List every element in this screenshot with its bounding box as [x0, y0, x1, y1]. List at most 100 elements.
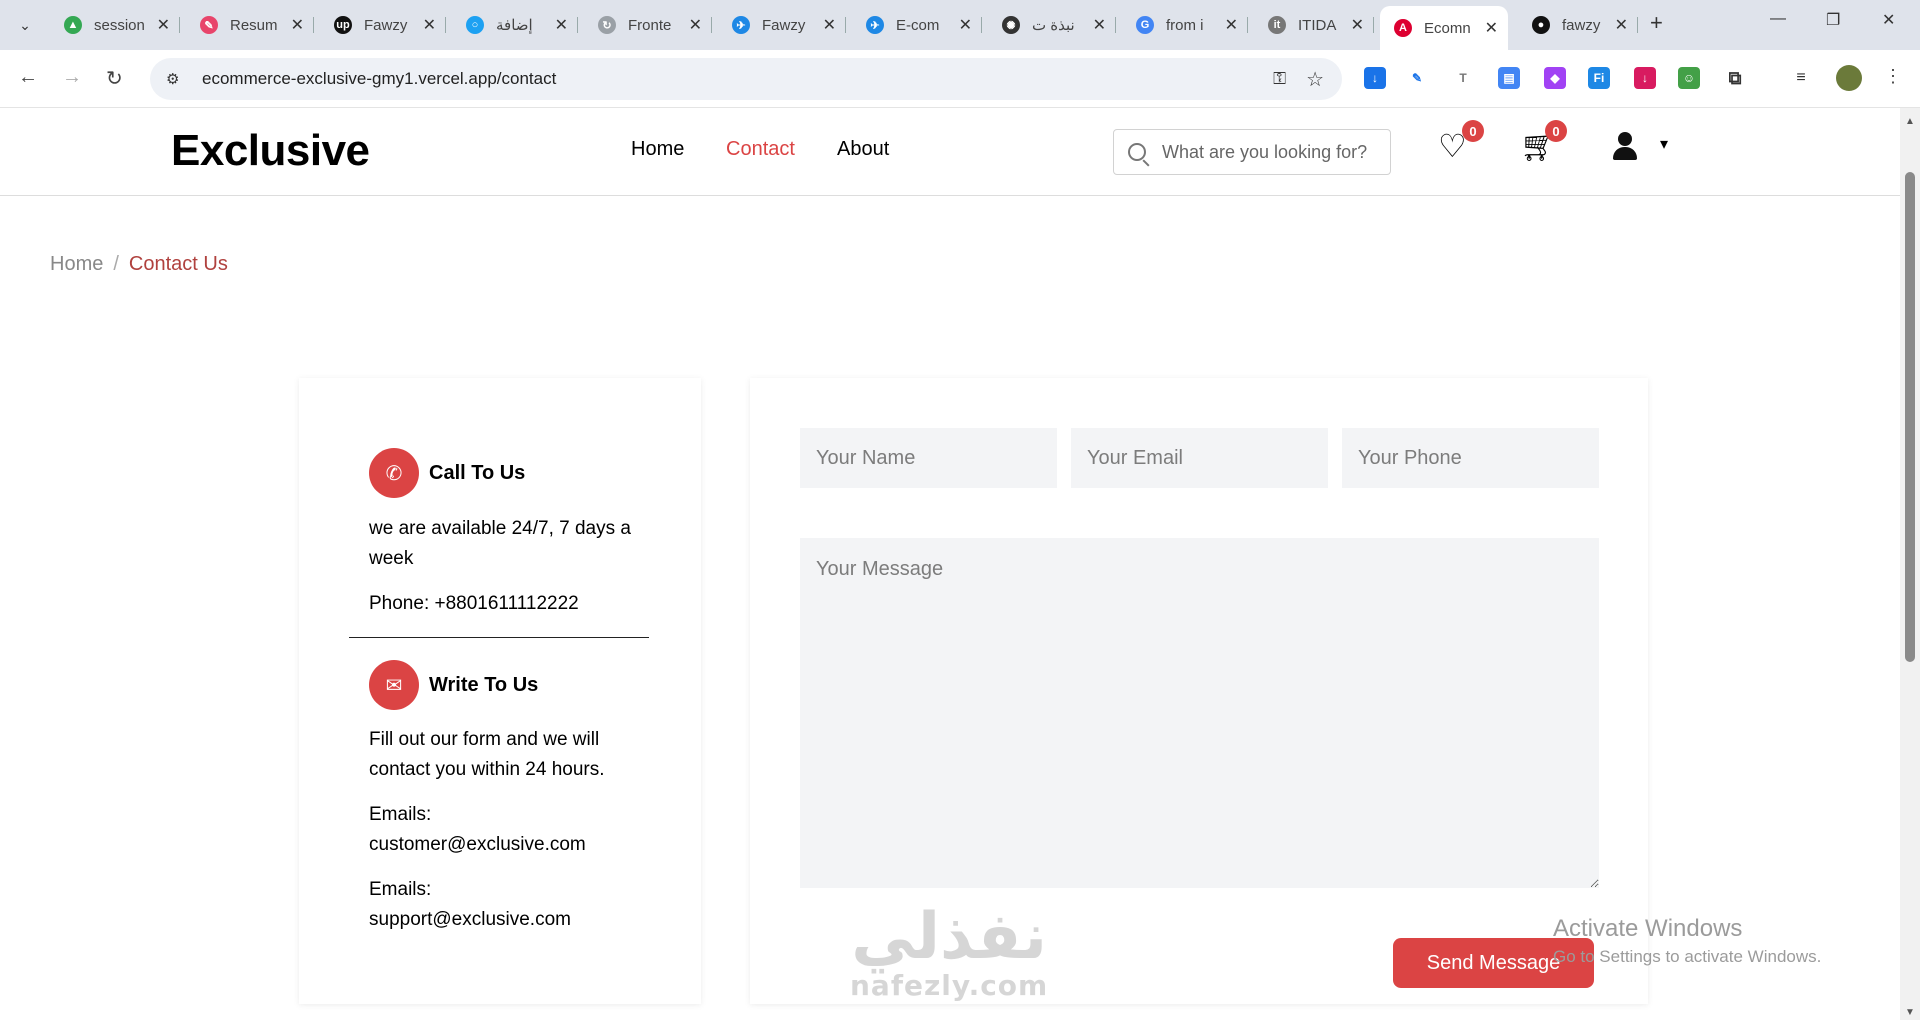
watermark-arabic: نفذلي: [851, 900, 1048, 974]
profile-avatar[interactable]: [1836, 65, 1862, 91]
name-field[interactable]: [800, 428, 1057, 488]
minimize-button[interactable]: —: [1770, 10, 1786, 28]
activation-title: Activate Windows: [1553, 915, 1743, 942]
download-extension-icon[interactable]: ↓: [1364, 67, 1386, 89]
site-logo[interactable]: Exclusive: [171, 126, 370, 176]
browser-tab-strip: ⌄ ▲ session ✕ ✎ Resum ✕ up Fawzy ✕ ○ إضافة ✕ ↻ Fronte…: [0, 0, 1920, 50]
windows-activation-notice: Activate Windows Go to Settings to activ…: [1553, 915, 1821, 967]
breadcrumb: Home / Contact Us: [50, 253, 228, 276]
tab-close-icon[interactable]: ✕: [291, 15, 304, 35]
tab-close-icon[interactable]: ✕: [423, 15, 436, 35]
tab-title: from i: [1166, 16, 1204, 34]
pen-extension-icon[interactable]: ✎: [1406, 67, 1428, 89]
tab-close-icon[interactable]: ✕: [959, 15, 972, 35]
docs-extension-icon[interactable]: ▤: [1498, 67, 1520, 89]
url-text[interactable]: ecommerce-exclusive-gmy1.vercel.app/cont…: [202, 69, 556, 89]
browser-tab[interactable]: Gfrom i ✕: [1122, 8, 1248, 42]
browser-menu-icon[interactable]: ⋮: [1884, 66, 1902, 87]
restore-button[interactable]: ❐: [1826, 10, 1840, 30]
tab-close-icon[interactable]: ✕: [1093, 15, 1106, 35]
search-input[interactable]: [1162, 141, 1382, 163]
tab-favicon-icon: ○: [466, 16, 484, 34]
tab-favicon-icon: ↻: [598, 16, 616, 34]
nav-about[interactable]: About: [837, 138, 889, 161]
chevron-down-icon: ⌄: [19, 16, 31, 33]
activation-subtitle: Go to Settings to activate Windows.: [1553, 947, 1822, 966]
email2-label: Emails:: [369, 879, 432, 900]
write-title: Write To Us: [429, 673, 539, 696]
tab-close-icon[interactable]: ✕: [823, 15, 836, 35]
reload-button[interactable]: ↻: [106, 66, 123, 91]
nav-contact[interactable]: Contact: [726, 138, 795, 161]
bookmark-star-icon[interactable]: ☆: [1306, 67, 1324, 92]
tab-close-icon[interactable]: ✕: [157, 15, 170, 35]
nav-home[interactable]: Home: [631, 138, 684, 161]
phone-icon: ✆: [369, 448, 419, 498]
new-tab-button[interactable]: +: [1650, 10, 1663, 36]
tab-close-icon[interactable]: ✕: [1485, 18, 1498, 38]
message-field[interactable]: [800, 538, 1599, 888]
media-control-icon[interactable]: ≡: [1790, 67, 1812, 89]
browser-tab[interactable]: ✎ Resum ✕: [186, 8, 314, 42]
scroll-down-icon[interactable]: ▼: [1905, 1007, 1915, 1018]
tab-title: Ecomn: [1424, 19, 1471, 37]
tab-favicon-icon: ✎: [200, 16, 218, 34]
browser-tab[interactable]: ○ إضافة ✕: [452, 8, 578, 42]
scroll-up-icon[interactable]: ▲: [1905, 116, 1915, 127]
tab-favicon-icon: G: [1136, 16, 1154, 34]
password-key-icon[interactable]: ⚿: [1273, 69, 1286, 89]
tab-title: E-com: [896, 16, 940, 34]
close-window-button[interactable]: ✕: [1882, 10, 1895, 30]
tab-title: Fronte: [628, 16, 672, 34]
extensions-puzzle-icon[interactable]: ⧉: [1724, 67, 1746, 89]
call-header: ✆ Call To Us: [369, 448, 525, 498]
fi-extension-icon[interactable]: Fi: [1588, 67, 1610, 89]
browser-tab[interactable]: ↻ Fronte ✕: [584, 8, 712, 42]
site-settings-icon[interactable]: ⚙: [166, 70, 188, 88]
mail-icon: ✉: [369, 660, 419, 710]
call-title: Call To Us: [429, 461, 526, 484]
browser-toolbar: ← → ↻ ⚙ ecommerce-exclusive-gmy1.vercel.…: [0, 50, 1920, 108]
tab-title: إضافة: [496, 17, 533, 34]
page-scrollbar[interactable]: ▲ ▼: [1900, 108, 1920, 1020]
tab-search-button[interactable]: ⌄: [12, 12, 38, 38]
back-button[interactable]: ←: [18, 66, 38, 89]
browser-tab[interactable]: it ITIDA ✕: [1254, 8, 1374, 42]
purple-extension-icon[interactable]: ◆: [1544, 67, 1566, 89]
forward-button[interactable]: →: [62, 66, 82, 89]
address-bar[interactable]: ⚙ ecommerce-exclusive-gmy1.vercel.app/co…: [150, 58, 1342, 100]
site-search: [1113, 129, 1391, 175]
tab-close-icon[interactable]: ✕: [689, 15, 702, 35]
browser-tab[interactable]: ▲ session ✕: [50, 8, 180, 42]
browser-tab[interactable]: ✈ Fawzy ✕: [718, 8, 846, 42]
robot-extension-icon[interactable]: ☺: [1678, 67, 1700, 89]
phone-field[interactable]: [1342, 428, 1599, 488]
browser-tab[interactable]: A Ecomn ✕: [1380, 6, 1508, 50]
text-extension-icon[interactable]: T: [1452, 67, 1474, 89]
save-extension-icon[interactable]: ↓: [1634, 67, 1656, 89]
tab-favicon-icon: A: [1394, 19, 1412, 37]
browser-tab[interactable]: up Fawzy ✕: [320, 8, 446, 42]
browser-tab[interactable]: ✈ E-com ✕: [852, 8, 982, 42]
breadcrumb-home[interactable]: Home: [50, 253, 103, 275]
tab-close-icon[interactable]: ✕: [1615, 15, 1628, 35]
tab-close-icon[interactable]: ✕: [555, 15, 568, 35]
user-icon[interactable]: [1611, 132, 1639, 162]
watermark: نفذلي nafezly.com: [850, 905, 1048, 1002]
wishlist-count-badge: 0: [1462, 120, 1484, 142]
tab-title: Fawzy: [364, 16, 408, 34]
browser-tab[interactable]: ✺ نبذة ت ✕: [988, 8, 1116, 42]
scrollbar-thumb[interactable]: [1905, 172, 1915, 662]
email1-value: customer@exclusive.com: [369, 834, 586, 855]
tab-favicon-icon: ✈: [732, 16, 750, 34]
contact-info-card: ✆ Call To Us we are available 24/7, 7 da…: [299, 378, 701, 1004]
browser-tab[interactable]: ● fawzy ✕: [1518, 8, 1638, 42]
account-chevron-down-icon[interactable]: ▾: [1660, 134, 1668, 154]
tab-title: نبذة ت: [1032, 17, 1075, 34]
tab-close-icon[interactable]: ✕: [1351, 15, 1364, 35]
tab-close-icon[interactable]: ✕: [1225, 15, 1238, 35]
tab-title: session: [94, 16, 145, 34]
tab-title: fawzy: [1562, 16, 1601, 34]
email-field[interactable]: [1071, 428, 1328, 488]
write-header: ✉ Write To Us: [369, 660, 538, 710]
